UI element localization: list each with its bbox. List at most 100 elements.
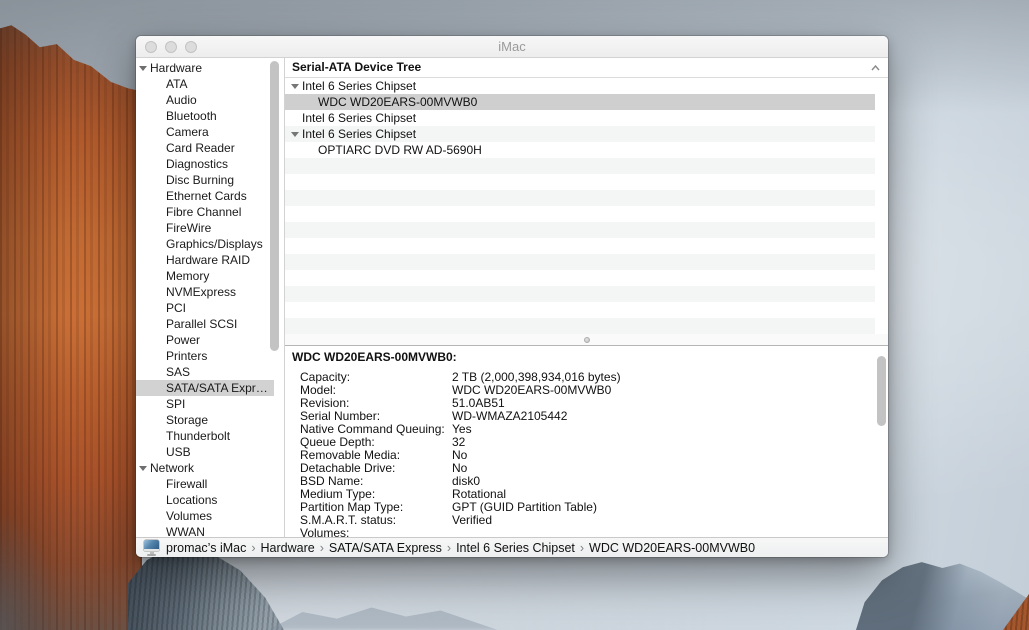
sidebar-item-storage[interactable]: Storage [136,412,274,428]
section-title: Serial-ATA Device Tree [292,60,421,74]
device-detail-title: WDC WD20EARS-00MVWB0: [285,346,888,364]
sidebar-item-parallel-scsi[interactable]: Parallel SCSI [136,316,274,332]
sidebar-item-label: SATA/SATA Expr… [166,380,268,396]
zoom-button[interactable] [185,41,197,53]
detail-field-detachable-drive: Detachable Drive:No [285,462,888,475]
detail-field-model: Model:WDC WD20EARS-00MVWB0 [285,384,888,397]
sidebar-item-label: Network [150,460,194,476]
sidebar-item-volumes[interactable]: Volumes [136,508,274,524]
detail-field-volumes: Volumes: [285,527,888,537]
sidebar-item-firewall[interactable]: Firewall [136,476,274,492]
pane-splitter[interactable] [285,334,888,346]
sidebar-item-label: Volumes [166,508,212,524]
sidebar-item-printers[interactable]: Printers [136,348,274,364]
tree-row-intel-6-series-chipset[interactable]: Intel 6 Series Chipset [285,126,875,142]
tree-row-label: OPTIARC DVD RW AD-5690H [318,142,482,158]
breadcrumb-separator: › [320,541,324,555]
sidebar-item-nvmexpress[interactable]: NVMExpress [136,284,274,300]
sidebar-item-camera[interactable]: Camera [136,124,274,140]
breadcrumb: promac’s iMac›Hardware›SATA/SATA Express… [166,541,755,555]
sidebar-item-label: Power [166,332,200,348]
detail-field-s-m-a-r-t-status: S.M.A.R.T. status:Verified [285,514,888,527]
main-pane: Serial-ATA Device Tree Intel 6 Series Ch… [285,58,888,537]
tree-row-optiarc-dvd-rw-ad-5690h[interactable]: OPTIARC DVD RW AD-5690H [285,142,875,158]
tree-row-intel-6-series-chipset[interactable]: Intel 6 Series Chipset [285,110,875,126]
sidebar-item-audio[interactable]: Audio [136,92,274,108]
device-tree: Intel 6 Series ChipsetWDC WD20EARS-00MVW… [285,78,875,334]
close-button[interactable] [145,41,157,53]
sidebar-item-pci[interactable]: PCI [136,300,274,316]
sidebar-item-ata[interactable]: ATA [136,76,274,92]
breadcrumb-segment: Hardware [261,541,315,555]
window-titlebar[interactable]: iMac [136,36,888,58]
sidebar-item-label: Card Reader [166,140,235,156]
tree-row-wdc-wd20ears-00mvwb0[interactable]: WDC WD20EARS-00MVWB0 [285,94,875,110]
disclosure-triangle-icon[interactable] [139,466,147,471]
sidebar-item-memory[interactable]: Memory [136,268,274,284]
breadcrumb-separator: › [580,541,584,555]
sidebar-scrollbar-thumb[interactable] [270,61,279,351]
disclosure-triangle-icon[interactable] [139,66,147,71]
sidebar-item-graphics-displays[interactable]: Graphics/Displays [136,236,274,252]
tree-row-label: WDC WD20EARS-00MVWB0 [318,94,477,110]
sidebar-item-label: Hardware RAID [166,252,250,268]
sidebar-item-label: Ethernet Cards [166,188,247,204]
detail-field-label: Volumes: [300,527,452,537]
sidebar-item-label: Disc Burning [166,172,234,188]
details-scrollbar-thumb[interactable] [877,356,886,426]
sidebar-item-label: Bluetooth [166,108,217,124]
sidebar-item-sas[interactable]: SAS [136,364,274,380]
sidebar-item-spi[interactable]: SPI [136,396,274,412]
sidebar-item-label: Firewall [166,476,207,492]
sidebar-item-label: Graphics/Displays [166,236,263,252]
sidebar-item-label: Hardware [150,60,202,76]
sidebar-item-label: Locations [166,492,217,508]
sidebar-item-thunderbolt[interactable]: Thunderbolt [136,428,274,444]
detail-field-bsd-name: BSD Name:disk0 [285,475,888,488]
sidebar-item-usb[interactable]: USB [136,444,274,460]
sidebar-item-label: SAS [166,364,190,380]
sidebar-item-label: Storage [166,412,208,428]
tree-row-intel-6-series-chipset[interactable]: Intel 6 Series Chipset [285,78,875,94]
breadcrumb-segment: promac’s iMac [166,541,246,555]
sidebar-item-label: PCI [166,300,186,316]
sidebar-item-diagnostics[interactable]: Diagnostics [136,156,274,172]
sidebar-item-disc-burning[interactable]: Disc Burning [136,172,274,188]
minimize-button[interactable] [165,41,177,53]
device-details-pane: WDC WD20EARS-00MVWB0: Capacity:2 TB (2,0… [285,346,888,537]
sidebar-item-fibre-channel[interactable]: Fibre Channel [136,204,274,220]
disclosure-triangle-icon[interactable] [291,84,299,89]
sidebar-item-ethernet-cards[interactable]: Ethernet Cards [136,188,274,204]
window-body: HardwareATAAudioBluetoothCameraCard Read… [136,58,888,537]
disclosure-triangle-icon[interactable] [291,132,299,137]
system-information-window: iMac HardwareATAAudioBluetoothCameraCard… [136,36,888,557]
breadcrumb-segment: WDC WD20EARS-00MVWB0 [589,541,755,555]
sidebar-item-bluetooth[interactable]: Bluetooth [136,108,274,124]
sidebar-item-label: Parallel SCSI [166,316,237,332]
section-header: Serial-ATA Device Tree [285,58,888,78]
sidebar-item-hardware-raid[interactable]: Hardware RAID [136,252,274,268]
breadcrumb-separator: › [251,541,255,555]
sidebar-item-locations[interactable]: Locations [136,492,274,508]
window-title: iMac [136,36,888,57]
sidebar-item-wwan[interactable]: WWAN [136,524,274,537]
sidebar-item-network[interactable]: Network [136,460,274,476]
sidebar-item-label: FireWire [166,220,211,236]
sidebar-item-label: Fibre Channel [166,204,241,220]
sidebar-item-power[interactable]: Power [136,332,274,348]
sidebar-item-label: Diagnostics [166,156,228,172]
sidebar-item-firewire[interactable]: FireWire [136,220,274,236]
sidebar-item-card-reader[interactable]: Card Reader [136,140,274,156]
collapse-chevron-icon[interactable] [871,65,880,71]
sidebar-item-sata-sata-expr[interactable]: SATA/SATA Expr… [136,380,274,396]
detail-field-value: Verified [452,514,492,527]
sidebar-item-label: Audio [166,92,197,108]
status-bar: promac’s iMac›Hardware›SATA/SATA Express… [136,537,888,557]
detail-field-native-command-queuing: Native Command Queuing:Yes [285,423,888,436]
breadcrumb-segment: Intel 6 Series Chipset [456,541,575,555]
splitter-handle-icon[interactable] [584,337,590,343]
device-detail-fields: Capacity:2 TB (2,000,398,934,016 bytes)M… [285,364,888,537]
sidebar-item-hardware[interactable]: Hardware [136,60,274,76]
tree-row-label: Intel 6 Series Chipset [302,110,416,126]
sidebar-item-label: Camera [166,124,209,140]
